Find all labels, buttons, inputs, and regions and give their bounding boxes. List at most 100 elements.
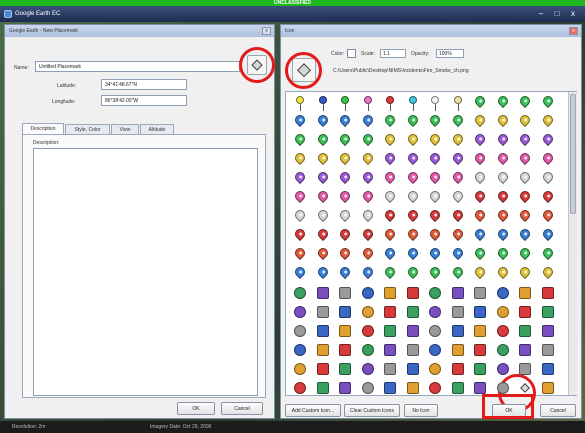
scale-spinner[interactable]: 1.1 (380, 49, 406, 58)
paddle-icon[interactable] (405, 245, 421, 263)
symbol-icon[interactable] (450, 304, 466, 320)
paddle-icon[interactable] (495, 188, 511, 206)
symbol-icon[interactable] (337, 342, 353, 358)
paddle-icon[interactable] (472, 207, 488, 225)
paddle-icon[interactable] (517, 188, 533, 206)
longitude-field[interactable]: 86°38'42.00"W (101, 95, 187, 106)
paddle-icon[interactable] (360, 226, 376, 244)
symbol-icon[interactable] (405, 285, 421, 301)
paddle-icon[interactable] (540, 207, 556, 225)
paddle-icon[interactable] (495, 131, 511, 149)
symbol-icon[interactable] (315, 380, 331, 396)
scrollbar-thumb[interactable] (570, 94, 576, 214)
latitude-field[interactable]: 34°41'48.67"N (101, 79, 187, 90)
symbol-icon[interactable] (540, 380, 556, 396)
symbol-icon[interactable] (337, 380, 353, 396)
symbol-icon[interactable] (360, 285, 376, 301)
paddle-icon[interactable] (472, 264, 488, 282)
paddle-icon[interactable] (517, 245, 533, 263)
paddle-icon[interactable] (315, 150, 331, 168)
paddle-icon[interactable] (337, 150, 353, 168)
paddle-icon[interactable] (495, 207, 511, 225)
symbol-icon[interactable] (360, 361, 376, 377)
paddle-icon[interactable] (427, 264, 443, 282)
paddle-icon[interactable] (517, 264, 533, 282)
symbol-icon[interactable] (427, 285, 443, 301)
pushpin-icon[interactable] (360, 95, 376, 111)
paddle-icon[interactable] (540, 188, 556, 206)
placemark-close-button[interactable]: x (262, 27, 271, 35)
paddle-icon[interactable] (472, 93, 488, 111)
paddle-icon[interactable] (405, 131, 421, 149)
paddle-icon[interactable] (405, 112, 421, 130)
paddle-icon[interactable] (472, 245, 488, 263)
symbol-icon[interactable] (427, 323, 443, 339)
paddle-icon[interactable] (315, 188, 331, 206)
paddle-icon[interactable] (472, 112, 488, 130)
paddle-icon[interactable] (427, 112, 443, 130)
symbol-icon[interactable] (382, 380, 398, 396)
symbol-icon[interactable] (472, 323, 488, 339)
paddle-icon[interactable] (292, 169, 308, 187)
paddle-icon[interactable] (292, 226, 308, 244)
paddle-icon[interactable] (315, 207, 331, 225)
minimize-button[interactable]: – (533, 8, 549, 20)
symbol-icon[interactable] (315, 304, 331, 320)
paddle-icon[interactable] (292, 112, 308, 130)
symbol-icon[interactable] (292, 380, 308, 396)
paddle-icon[interactable] (292, 131, 308, 149)
paddle-icon[interactable] (540, 112, 556, 130)
symbol-icon[interactable] (360, 323, 376, 339)
paddle-icon[interactable] (495, 245, 511, 263)
paddle-icon[interactable] (405, 226, 421, 244)
paddle-icon[interactable] (337, 226, 353, 244)
paddle-icon[interactable] (382, 226, 398, 244)
paddle-icon[interactable] (540, 245, 556, 263)
symbol-icon[interactable] (450, 285, 466, 301)
symbol-icon[interactable] (315, 342, 331, 358)
paddle-icon[interactable] (337, 207, 353, 225)
paddle-icon[interactable] (472, 169, 488, 187)
paddle-icon[interactable] (517, 131, 533, 149)
symbol-icon[interactable] (517, 285, 533, 301)
paddle-icon[interactable] (517, 207, 533, 225)
paddle-icon[interactable] (315, 112, 331, 130)
symbol-icon[interactable] (315, 361, 331, 377)
paddle-icon[interactable] (540, 150, 556, 168)
pushpin-icon[interactable] (405, 95, 421, 111)
paddle-icon[interactable] (292, 188, 308, 206)
symbol-icon[interactable] (292, 285, 308, 301)
paddle-icon[interactable] (337, 169, 353, 187)
paddle-icon[interactable] (450, 226, 466, 244)
symbol-icon[interactable] (427, 304, 443, 320)
symbol-icon[interactable] (427, 361, 443, 377)
paddle-icon[interactable] (405, 169, 421, 187)
paddle-icon[interactable] (382, 169, 398, 187)
symbol-icon[interactable] (472, 361, 488, 377)
paddle-icon[interactable] (292, 245, 308, 263)
symbol-icon[interactable] (472, 304, 488, 320)
paddle-icon[interactable] (382, 207, 398, 225)
paddle-icon[interactable] (450, 150, 466, 168)
symbol-icon[interactable] (495, 361, 511, 377)
symbol-icon[interactable] (517, 342, 533, 358)
symbol-icon[interactable] (405, 342, 421, 358)
symbol-icon[interactable] (405, 323, 421, 339)
paddle-icon[interactable] (427, 207, 443, 225)
symbol-icon[interactable] (540, 323, 556, 339)
symbol-icon[interactable] (292, 304, 308, 320)
paddle-icon[interactable] (540, 226, 556, 244)
paddle-icon[interactable] (360, 150, 376, 168)
symbol-icon[interactable] (405, 380, 421, 396)
paddle-icon[interactable] (450, 245, 466, 263)
paddle-icon[interactable] (450, 112, 466, 130)
paddle-icon[interactable] (405, 150, 421, 168)
symbol-icon[interactable] (472, 342, 488, 358)
opacity-spinner[interactable]: 100% (436, 49, 464, 58)
symbol-icon[interactable] (540, 285, 556, 301)
close-window-button[interactable]: x (565, 8, 581, 20)
symbol-icon[interactable] (495, 342, 511, 358)
paddle-icon[interactable] (405, 207, 421, 225)
paddle-icon[interactable] (517, 169, 533, 187)
paddle-icon[interactable] (315, 131, 331, 149)
